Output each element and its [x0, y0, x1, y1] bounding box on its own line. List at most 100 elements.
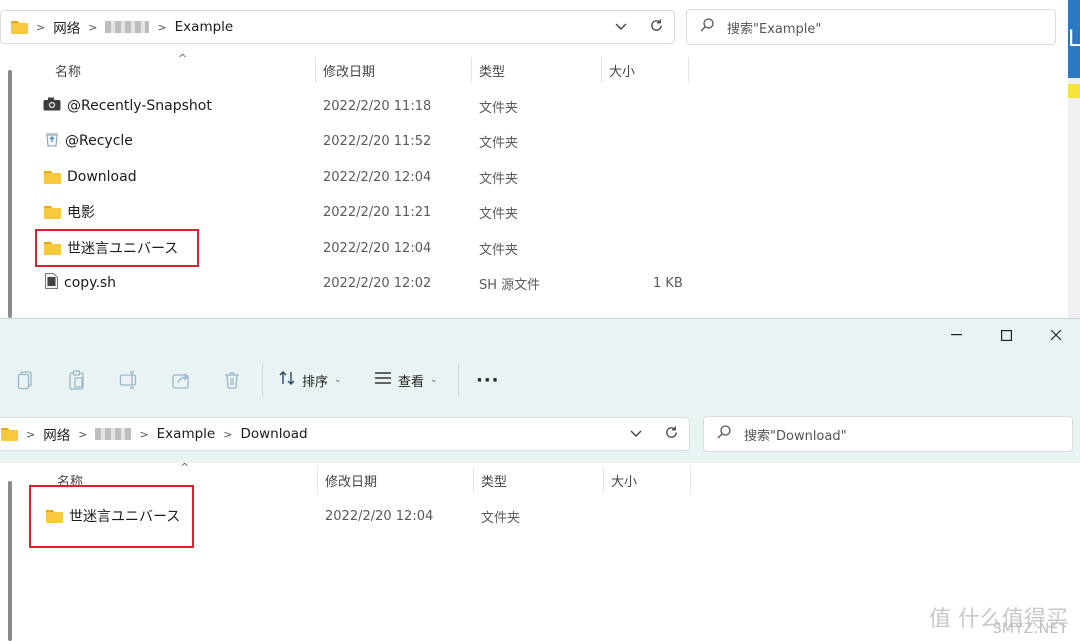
search-icon — [716, 424, 732, 444]
chevron-right-icon: > — [26, 427, 36, 441]
file-type: SH 源文件 — [479, 277, 541, 293]
file-type: 文件夹 — [479, 171, 519, 187]
toolbar-divider — [262, 363, 263, 397]
command-bar: 排序 ⌄ 查看 ⌄ ··· — [0, 349, 1080, 413]
column-header-size[interactable]: 大小 — [609, 56, 635, 84]
toolbar-divider — [458, 363, 459, 397]
folder-icon — [46, 509, 63, 523]
column-divider[interactable] — [688, 57, 689, 83]
file-name: Download — [67, 169, 137, 185]
file-date: 2022/2/20 11:18 — [323, 98, 432, 114]
column-divider[interactable] — [473, 467, 474, 493]
column-divider[interactable] — [471, 57, 472, 83]
sort-label: 排序 — [302, 374, 329, 390]
chevron-right-icon: > — [157, 20, 167, 34]
copy-icon[interactable] — [15, 369, 37, 391]
file-date: 2022/2/20 11:21 — [323, 204, 432, 220]
paste-icon[interactable] — [66, 369, 88, 391]
breadcrumb-example[interactable]: Example — [157, 426, 216, 442]
folder-icon — [44, 205, 61, 219]
column-header-date[interactable]: 修改日期 — [325, 466, 377, 494]
column-divider[interactable] — [317, 467, 318, 493]
close-icon[interactable] — [1046, 325, 1066, 345]
recycle-icon — [45, 131, 59, 151]
file-name: @Recently-Snapshot — [67, 98, 212, 114]
column-divider[interactable] — [690, 467, 691, 493]
file-name: @Recycle — [65, 133, 133, 149]
file-type: 文件夹 — [481, 510, 521, 526]
more-options-button[interactable]: ··· — [476, 369, 500, 391]
script-file-icon — [45, 273, 58, 293]
chevron-down-icon: ⌄ — [430, 375, 438, 385]
address-bar[interactable]: > 网络 > > Example — [0, 10, 675, 44]
search-input[interactable]: 搜索"Example" — [686, 9, 1056, 45]
file-date: 2022/2/20 12:02 — [323, 275, 432, 291]
chevron-down-icon[interactable] — [630, 427, 642, 442]
file-date: 2022/2/20 12:04 — [325, 508, 434, 524]
breadcrumb: > 网络 > > Example > Download — [0, 424, 630, 444]
chevron-right-icon: > — [88, 20, 98, 34]
column-header-type[interactable]: 类型 — [481, 466, 507, 494]
file-row[interactable]: @Recycle 2022/2/20 11:52 文件夹 — [0, 124, 700, 158]
folder-icon — [44, 241, 61, 255]
folder-icon — [44, 170, 61, 184]
file-type: 文件夹 — [479, 242, 519, 258]
breadcrumb-download[interactable]: Download — [240, 426, 307, 442]
file-row[interactable]: Download 2022/2/20 12:04 文件夹 — [0, 160, 700, 194]
column-header-type[interactable]: 类型 — [479, 56, 505, 84]
maximize-icon[interactable] — [996, 325, 1016, 345]
file-row[interactable]: copy.sh 2022/2/20 12:02 SH 源文件 1 KB — [0, 266, 700, 300]
chevron-right-icon: > — [78, 427, 88, 441]
view-button[interactable]: 查看 ⌄ — [374, 369, 438, 391]
search-icon — [699, 17, 715, 37]
search-placeholder: 搜索"Example" — [727, 21, 822, 37]
explorer-window-example: > 网络 > > Example 搜索"Example" ^ 名称 修改日期 类… — [0, 0, 1068, 318]
column-header-name[interactable]: 名称 — [57, 466, 83, 494]
file-name: 电影 — [67, 205, 95, 221]
watermark: 值 什么值得买 SMYZ.NET — [929, 601, 1068, 637]
breadcrumb-network[interactable]: 网络 — [43, 424, 70, 444]
rename-icon[interactable] — [118, 369, 140, 391]
column-divider[interactable] — [315, 57, 316, 83]
sort-icon — [278, 369, 296, 391]
title-bar[interactable] — [0, 319, 1080, 349]
file-row[interactable]: 电影 2022/2/20 11:21 文件夹 — [0, 195, 700, 229]
file-row[interactable]: @Recently-Snapshot 2022/2/20 11:18 文件夹 — [0, 89, 700, 123]
chevron-down-icon: ⌄ — [334, 375, 342, 385]
redacted-host — [105, 21, 150, 33]
sort-up-icon: ^ — [180, 461, 190, 474]
file-row[interactable]: 世迷言ユニバース 2022/2/20 12:04 文件夹 — [0, 499, 700, 533]
sort-button[interactable]: 排序 ⌄ — [278, 369, 342, 391]
column-divider[interactable] — [603, 467, 604, 493]
redacted-host — [95, 428, 132, 440]
column-header-name[interactable]: 名称 — [55, 56, 81, 84]
navigation-bar: > 网络 > > Example > Download 搜索"Download" — [0, 413, 1080, 463]
file-date: 2022/2/20 12:04 — [323, 240, 432, 256]
file-date: 2022/2/20 12:04 — [323, 169, 432, 185]
search-placeholder: 搜索"Download" — [744, 428, 847, 444]
column-header-date[interactable]: 修改日期 — [323, 56, 375, 84]
file-row[interactable]: 世迷言ユニバース 2022/2/20 12:04 文件夹 — [0, 231, 700, 265]
chevron-right-icon: > — [223, 427, 233, 441]
share-icon[interactable] — [170, 369, 192, 391]
column-header-size[interactable]: 大小 — [611, 466, 637, 494]
refresh-icon[interactable] — [649, 18, 664, 37]
file-name: 世迷言ユニバース — [67, 241, 179, 257]
view-list-icon — [374, 371, 392, 389]
address-bar[interactable]: > 网络 > > Example > Download — [0, 417, 690, 451]
search-input[interactable]: 搜索"Download" — [703, 416, 1073, 452]
breadcrumb-network[interactable]: 网络 — [53, 17, 80, 37]
camera-icon — [43, 97, 61, 115]
column-divider[interactable] — [601, 57, 602, 83]
chevron-right-icon: > — [36, 20, 46, 34]
chevron-down-icon[interactable] — [615, 20, 627, 35]
minimize-icon[interactable] — [946, 325, 966, 345]
delete-icon[interactable] — [221, 369, 243, 391]
breadcrumb-example[interactable]: Example — [175, 19, 234, 35]
file-name: 世迷言ユニバース — [69, 509, 181, 525]
sort-up-icon: ^ — [178, 52, 188, 65]
folder-icon — [11, 20, 28, 34]
explorer-window-download: 排序 ⌄ 查看 ⌄ ··· > 网络 > > Example > Downloa… — [0, 318, 1080, 641]
watermark-site: SMYZ.NET — [992, 621, 1068, 637]
refresh-icon[interactable] — [664, 425, 679, 444]
